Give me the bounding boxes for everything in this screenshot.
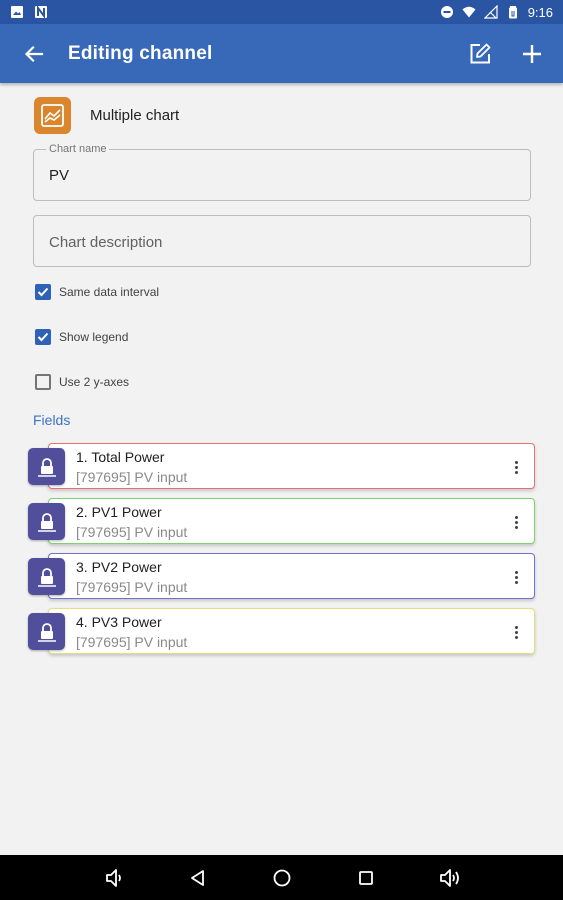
- line-chart-icon: [34, 97, 71, 134]
- checkbox-checked-icon: [35, 329, 51, 345]
- field-item-1[interactable]: 1. Total Power [797695] PV input: [28, 443, 535, 489]
- more-vert-icon[interactable]: [508, 567, 524, 587]
- chart-description-placeholder[interactable]: Chart description: [49, 234, 162, 251]
- battery-icon: [508, 6, 517, 19]
- more-vert-icon[interactable]: [508, 457, 524, 477]
- home-circle-icon: [273, 869, 290, 886]
- field-card[interactable]: 3. PV2 Power [797695] PV input: [48, 553, 535, 599]
- nav-back-button[interactable]: [181, 861, 215, 895]
- edit-icon: [470, 43, 491, 63]
- checkbox-checked-icon: [35, 284, 51, 300]
- minus-circle-icon: [440, 6, 453, 18]
- field-item-4[interactable]: 4. PV3 Power [797695] PV input: [28, 608, 535, 654]
- chart-name-field[interactable]: Chart name PV: [33, 143, 531, 201]
- show-legend-checkbox[interactable]: Show legend: [35, 329, 128, 345]
- use-2-y-axes-checkbox[interactable]: Use 2 y-axes: [35, 374, 129, 390]
- volume-up-button[interactable]: [433, 861, 467, 895]
- field-subtitle: [797695] PV input: [76, 524, 188, 540]
- page-title: Editing channel: [68, 42, 213, 64]
- nav-recents-button[interactable]: [349, 861, 383, 895]
- field-title: 2. PV1 Power: [76, 504, 162, 520]
- volume-up-icon: [439, 868, 459, 887]
- field-item-2[interactable]: 2. PV1 Power [797695] PV input: [28, 498, 535, 544]
- app-bar: Editing channel: [0, 24, 563, 83]
- edit-button[interactable]: [463, 37, 497, 71]
- lock-icon: [28, 448, 65, 485]
- field-subtitle: [797695] PV input: [76, 469, 188, 485]
- more-vert-icon[interactable]: [508, 622, 524, 642]
- wifi-icon: [462, 6, 476, 18]
- checkbox-unchecked-icon: [35, 374, 51, 390]
- field-card[interactable]: 1. Total Power [797695] PV input: [48, 443, 535, 489]
- field-card[interactable]: 2. PV1 Power [797695] PV input: [48, 498, 535, 544]
- n-logo-icon: [35, 5, 47, 19]
- chart-type-label: Multiple chart: [90, 107, 180, 124]
- more-vert-icon[interactable]: [508, 512, 524, 532]
- field-title: 1. Total Power: [76, 449, 165, 465]
- chart-name-label: Chart name: [46, 143, 110, 155]
- add-icon: [523, 44, 541, 63]
- nav-home-button[interactable]: [265, 861, 299, 895]
- back-button[interactable]: [16, 36, 52, 72]
- same-data-interval-label: Same data interval: [59, 285, 160, 299]
- chart-description-field[interactable]: Chart description: [33, 215, 531, 267]
- recents-square-icon: [358, 870, 373, 885]
- field-item-3[interactable]: 3. PV2 Power [797695] PV input: [28, 553, 535, 599]
- back-triangle-icon: [190, 869, 204, 886]
- lock-icon: [28, 558, 65, 595]
- status-bar: 9:16: [0, 0, 563, 24]
- field-subtitle: [797695] PV input: [76, 634, 188, 650]
- fields-section-title: Fields: [33, 412, 71, 428]
- volume-down-button[interactable]: [97, 861, 131, 895]
- field-card[interactable]: 4. PV3 Power [797695] PV input: [48, 608, 535, 654]
- use-2-y-axes-label: Use 2 y-axes: [59, 375, 130, 389]
- arrow-left-icon: [24, 45, 44, 62]
- status-time: 9:16: [527, 4, 553, 20]
- system-nav-bar: [0, 855, 563, 900]
- chart-type[interactable]: Multiple chart: [34, 97, 179, 134]
- add-button[interactable]: [515, 37, 549, 71]
- show-legend-label: Show legend: [59, 330, 129, 344]
- field-title: 3. PV2 Power: [76, 559, 162, 575]
- chart-name-value[interactable]: PV: [49, 167, 69, 184]
- image-icon: [11, 6, 23, 18]
- field-title: 4. PV3 Power: [76, 614, 162, 630]
- volume-down-icon: [105, 868, 121, 887]
- same-data-interval-checkbox[interactable]: Same data interval: [35, 284, 159, 300]
- lock-icon: [28, 503, 65, 540]
- no-signal-icon: [483, 5, 498, 19]
- lock-icon: [28, 613, 65, 650]
- field-subtitle: [797695] PV input: [76, 579, 188, 595]
